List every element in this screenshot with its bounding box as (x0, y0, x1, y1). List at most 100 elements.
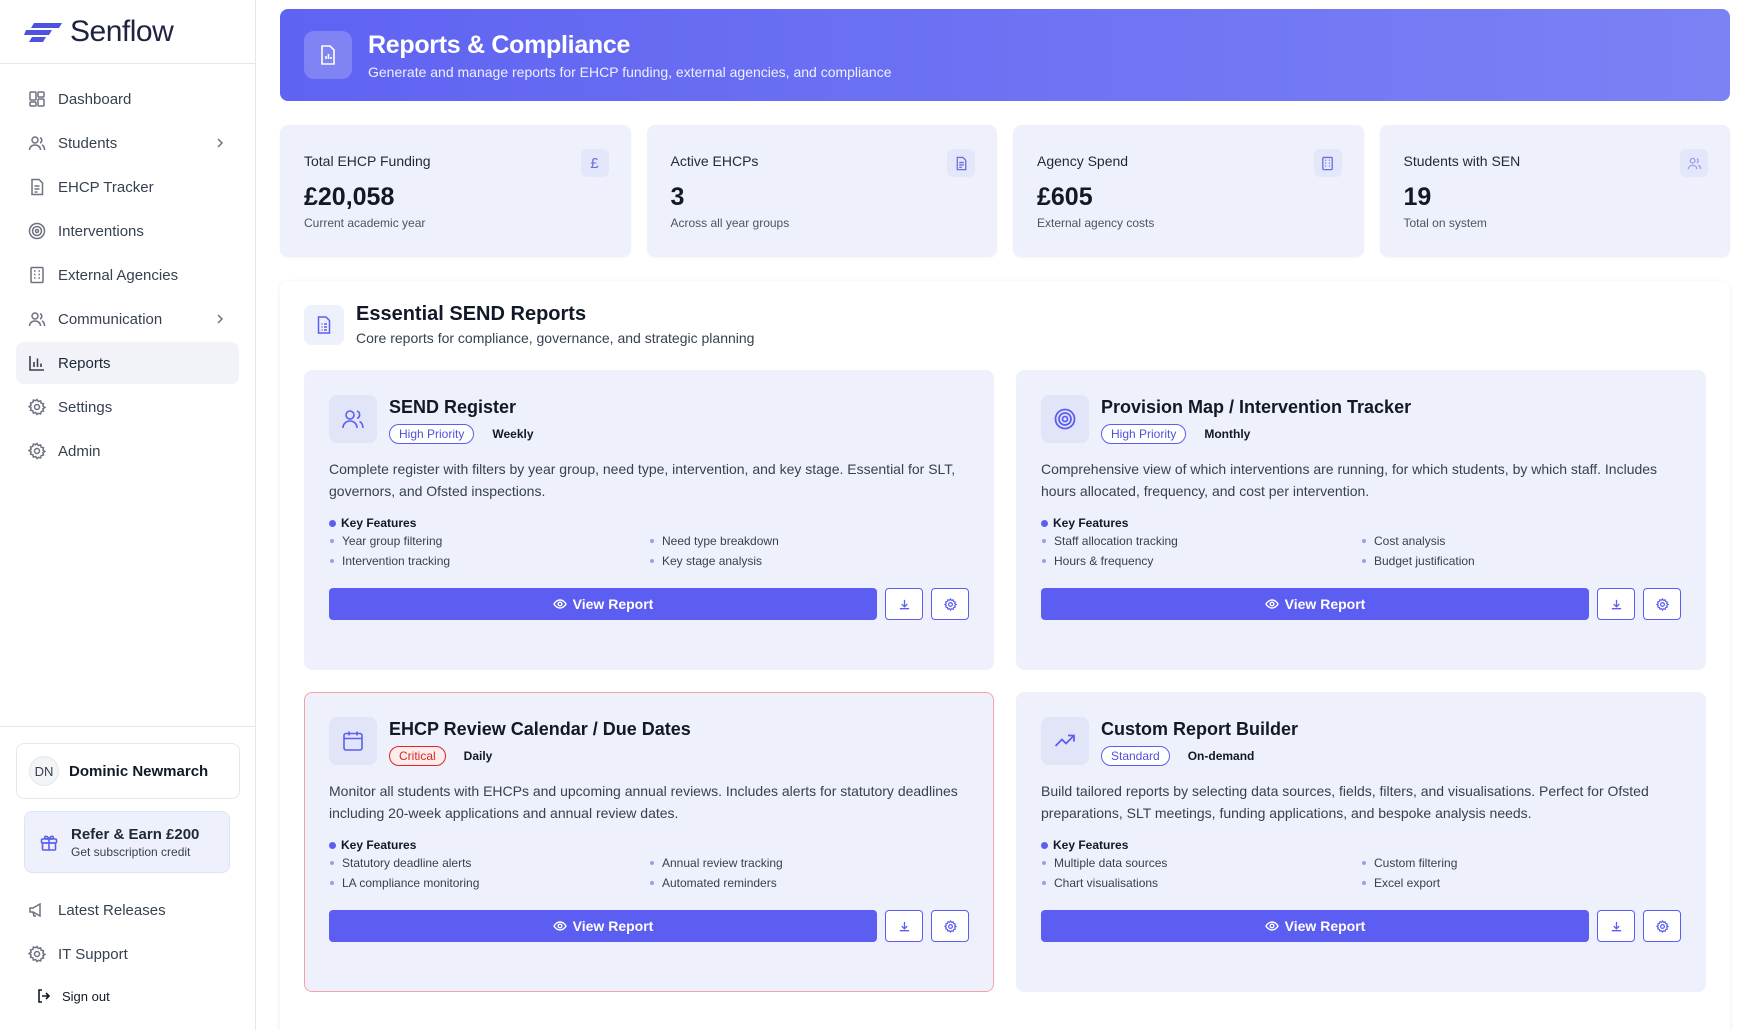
sign-out-label: Sign out (62, 988, 110, 1004)
download-button[interactable] (1597, 910, 1635, 942)
stat-card-funding: Total EHCP Funding £ £20,058 Current aca… (280, 125, 631, 257)
feature-item: Statutory deadline alerts (329, 856, 649, 870)
card-title: SEND Register (389, 397, 517, 417)
eye-icon (1264, 919, 1279, 933)
megaphone-icon (28, 901, 46, 919)
latest-releases-label: Latest Releases (58, 901, 166, 919)
eye-icon (552, 597, 567, 611)
feature-list: Multiple data sources Custom filtering C… (1041, 856, 1681, 890)
latest-releases-link[interactable]: Latest Releases (16, 889, 240, 931)
sidebar-item-students[interactable]: Students (16, 122, 239, 164)
brand-name: Senflow (70, 14, 174, 48)
document-icon (947, 149, 975, 177)
chevron-right-icon (213, 312, 227, 326)
settings-button[interactable] (931, 910, 969, 942)
page-header: Reports & Compliance Generate and manage… (280, 9, 1730, 101)
sidebar-item-reports[interactable]: Reports (16, 342, 239, 384)
download-button[interactable] (885, 588, 923, 620)
target-icon (1041, 395, 1089, 443)
view-report-button[interactable]: View Report (1041, 588, 1589, 620)
download-icon (1610, 920, 1623, 933)
sidebar-item-label: EHCP Tracker (58, 178, 154, 196)
main-nav: Dashboard Students EHCP Tracker Interven… (0, 64, 255, 472)
feature-item: Custom filtering (1361, 856, 1681, 870)
feature-list: Statutory deadline alerts Annual review … (329, 856, 969, 890)
settings-button[interactable] (1643, 588, 1681, 620)
view-report-button[interactable]: View Report (329, 588, 877, 620)
download-button[interactable] (885, 910, 923, 942)
dashboard-icon (28, 90, 46, 108)
chevron-right-icon (213, 136, 227, 150)
main-content: Reports & Compliance Generate and manage… (280, 9, 1730, 1030)
section-title: Essential SEND Reports (356, 303, 587, 325)
sidebar-item-communication[interactable]: Communication (16, 298, 239, 340)
bar-chart-icon (28, 354, 46, 372)
report-card-send-register: SEND Register High Priority Weekly Compl… (304, 370, 994, 670)
user-card[interactable]: DN Dominic Newmarch (16, 743, 240, 799)
sidebar-item-label: Admin (58, 442, 101, 460)
stat-label: Active EHCPs (670, 153, 759, 169)
feature-item: Excel export (1361, 876, 1681, 890)
stat-label: Total EHCP Funding (304, 153, 431, 169)
refer-title: Refer & Earn £200 (71, 825, 200, 843)
sidebar-item-dashboard[interactable]: Dashboard (16, 78, 239, 120)
sidebar-item-ehcp-tracker[interactable]: EHCP Tracker (16, 166, 239, 208)
it-support-label: IT Support (58, 945, 128, 963)
stats-row: Total EHCP Funding £ £20,058 Current aca… (280, 125, 1730, 257)
it-support-link[interactable]: IT Support (16, 933, 240, 975)
report-card-provision-map: Provision Map / Intervention Tracker Hig… (1016, 370, 1706, 670)
building-icon (28, 266, 46, 284)
stat-subtitle: Current academic year (304, 216, 426, 230)
card-description: Complete register with filters by year g… (329, 461, 956, 499)
settings-button[interactable] (1643, 910, 1681, 942)
gear-icon (1655, 597, 1669, 611)
feature-item: LA compliance monitoring (329, 876, 649, 890)
report-card-ehcp-review-calendar: EHCP Review Calendar / Due Dates Critica… (304, 692, 994, 992)
card-title: Custom Report Builder (1101, 719, 1299, 739)
frequency-label: Daily (463, 749, 493, 763)
stat-subtitle: External agency costs (1037, 216, 1155, 230)
report-icon (304, 31, 352, 79)
key-features-heading: Key Features (1041, 838, 1681, 852)
download-button[interactable] (1597, 588, 1635, 620)
users-icon (1680, 149, 1708, 177)
download-icon (898, 598, 911, 611)
view-report-button[interactable]: View Report (329, 910, 877, 942)
stat-value: 3 (670, 183, 685, 211)
feature-item: Staff allocation tracking (1041, 534, 1361, 548)
feature-item: Chart visualisations (1041, 876, 1361, 890)
feature-item: Intervention tracking (329, 554, 649, 568)
refer-earn-card[interactable]: Refer & Earn £200 Get subscription credi… (24, 811, 230, 873)
users-icon (28, 134, 46, 152)
settings-button[interactable] (931, 588, 969, 620)
gear-icon (28, 945, 46, 963)
gear-icon (943, 597, 957, 611)
sidebar-item-settings[interactable]: Settings (16, 386, 239, 428)
card-title: Provision Map / Intervention Tracker (1101, 397, 1412, 417)
feature-item: Key stage analysis (649, 554, 969, 568)
card-title: EHCP Review Calendar / Due Dates (389, 719, 691, 739)
stat-label: Agency Spend (1037, 153, 1129, 169)
sidebar-item-external-agencies[interactable]: External Agencies (16, 254, 239, 296)
feature-list: Year group filtering Need type breakdown… (329, 534, 969, 568)
gear-icon (943, 919, 957, 933)
avatar: DN (29, 756, 59, 786)
stat-subtitle: Across all year groups (670, 216, 790, 230)
sidebar-item-interventions[interactable]: Interventions (16, 210, 239, 252)
sign-out-link[interactable]: Sign out (16, 983, 240, 1009)
refer-subtitle: Get subscription credit (71, 844, 191, 859)
pound-icon: £ (580, 149, 609, 177)
stat-card-agency-spend: Agency Spend £605 External agency costs (1013, 125, 1364, 257)
sidebar-item-admin[interactable]: Admin (16, 430, 239, 472)
view-report-button[interactable]: View Report (1041, 910, 1589, 942)
priority-badge: High Priority (389, 424, 475, 444)
feature-item: Automated reminders (649, 876, 969, 890)
gear-icon (28, 442, 46, 460)
senflow-logo-icon (24, 22, 62, 42)
logo[interactable]: Senflow (0, 0, 255, 64)
card-description: Comprehensive view of which intervention… (1041, 461, 1658, 499)
sidebar-item-label: Interventions (58, 222, 144, 240)
essential-reports-section: Essential SEND Reports Core reports for … (280, 281, 1730, 1030)
sidebar-item-label: Reports (58, 354, 111, 372)
report-card-custom-builder: Custom Report Builder Standard On-demand… (1016, 692, 1706, 992)
